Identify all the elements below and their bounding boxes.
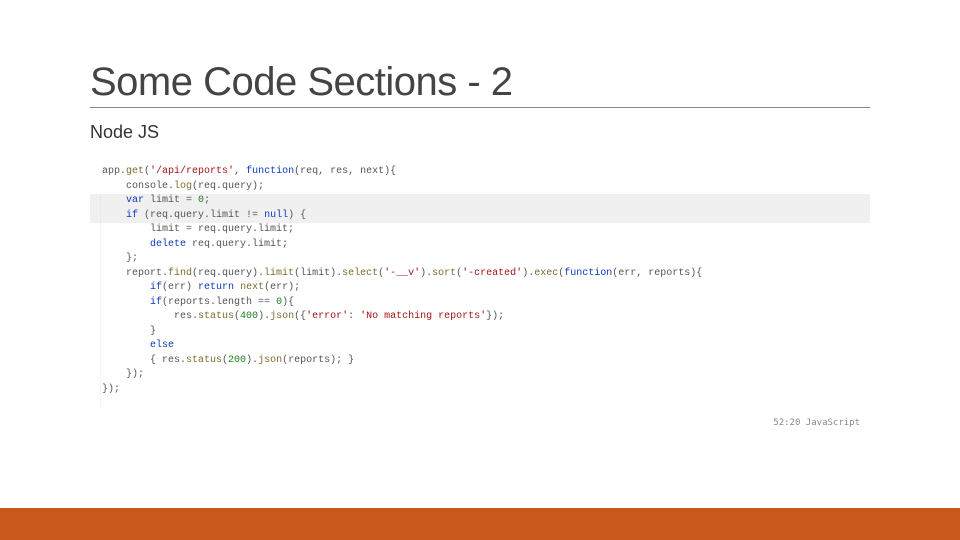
slide-subtitle: Node JS [90, 122, 870, 143]
code-line: var limit = 0; [90, 194, 870, 209]
code-line: console.log(req.query); [90, 180, 870, 195]
code-line: }; [90, 252, 870, 267]
code-block: app.get('/api/reports', function(req, re… [90, 161, 870, 401]
code-line: { res.status(200).json(reports); } [90, 354, 870, 369]
code-line: app.get('/api/reports', function(req, re… [90, 165, 870, 180]
code-line: limit = req.query.limit; [90, 223, 870, 238]
code-line: if(reports.length == 0){ [90, 296, 870, 311]
code-line: if (req.query.limit != null) { [90, 209, 870, 224]
code-line: report.find(req.query).limit(limit).sele… [90, 267, 870, 282]
code-line: }); [90, 368, 870, 383]
code-line: }); [90, 383, 870, 398]
code-line: if(err) return next(err); [90, 281, 870, 296]
slide: Some Code Sections - 2 Node JS app.get('… [0, 0, 960, 540]
code-line: delete req.query.limit; [90, 238, 870, 253]
footer-bar [0, 508, 960, 540]
code-line: res.status(400).json({'error': 'No match… [90, 310, 870, 325]
code-indent-guide [100, 196, 104, 408]
editor-status: 52:20 JavaScript [773, 418, 860, 428]
code-line: } [90, 325, 870, 340]
slide-title: Some Code Sections - 2 [90, 60, 870, 108]
footer-accent [0, 508, 960, 540]
code-line: else [90, 339, 870, 354]
